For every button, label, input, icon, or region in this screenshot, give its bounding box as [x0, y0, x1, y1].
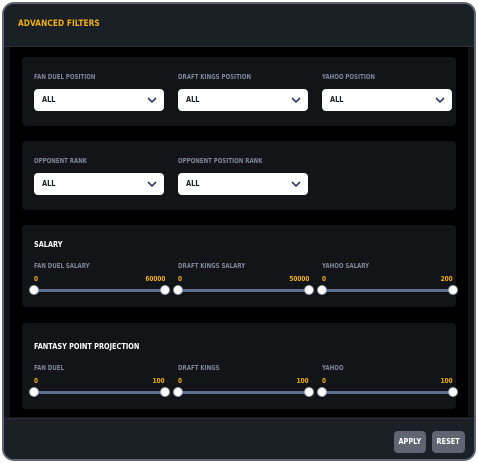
modal-header: ADVANCED FILTERS: [4, 4, 474, 47]
fanduel-projection-label: FAN DUEL: [34, 364, 64, 372]
draftkings-salary-max: 50000: [289, 275, 309, 283]
yahoo-projection-label: YAHOO: [322, 364, 344, 372]
salary-section: SALARY FAN DUEL SALARY 0 60000 DRAFT KIN…: [22, 225, 458, 307]
modal-body: FAN DUEL POSITION ALL DRAFT KINGS POSITI…: [10, 47, 468, 417]
chevron-down-icon: [291, 97, 301, 104]
draftkings-salary-label: DRAFT KINGS SALARY: [178, 262, 246, 270]
fanduel-projection-min-thumb[interactable]: [29, 387, 39, 397]
opponent-position-rank-select[interactable]: ALL: [178, 173, 308, 195]
reset-button[interactable]: RESET: [432, 431, 465, 453]
draftkings-salary-min: 0: [178, 275, 182, 283]
fanduel-salary-label: FAN DUEL SALARY: [34, 262, 90, 270]
opponent-rank-select[interactable]: ALL: [34, 173, 164, 195]
yahoo-salary-track[interactable]: [322, 289, 453, 292]
fanduel-salary-max: 60000: [145, 275, 165, 283]
draftkings-salary-max-thumb[interactable]: [304, 285, 314, 295]
fanduel-position-label: FAN DUEL POSITION: [34, 73, 96, 81]
chevron-down-icon: [435, 97, 445, 104]
opponent-section: OPPONENT RANK ALL OPPONENT POSITION RANK…: [22, 141, 456, 210]
opponent-rank-value: ALL: [42, 179, 56, 188]
draftkings-salary-track[interactable]: [178, 289, 309, 292]
yahoo-salary-min: 0: [322, 275, 326, 283]
draftkings-projection-min: 0: [178, 377, 182, 385]
advanced-filters-modal: ADVANCED FILTERS FAN DUEL POSITION ALL D…: [2, 2, 476, 461]
fanduel-projection-max-thumb[interactable]: [160, 387, 170, 397]
draftkings-projection-max-thumb[interactable]: [304, 387, 314, 397]
projection-section: FANTASY POINT PROJECTION FAN DUEL 0 100 …: [22, 323, 458, 409]
yahoo-projection-max-thumb[interactable]: [448, 387, 458, 397]
draftkings-position-value: ALL: [186, 95, 200, 104]
apply-button[interactable]: APPLY: [394, 431, 426, 453]
modal-footer: APPLY RESET: [4, 418, 474, 459]
opponent-position-rank-value: ALL: [186, 179, 200, 188]
yahoo-projection-track[interactable]: [322, 391, 453, 394]
yahoo-salary-min-thumb[interactable]: [317, 285, 327, 295]
draftkings-projection-label: DRAFT KINGS: [178, 364, 220, 372]
reset-button-label: RESET: [436, 437, 461, 446]
projection-title: FANTASY POINT PROJECTION: [34, 342, 140, 351]
yahoo-salary-max-thumb[interactable]: [448, 285, 458, 295]
yahoo-salary-max: 200: [441, 275, 453, 283]
yahoo-position-label: YAHOO POSITION: [322, 73, 375, 81]
opponent-position-rank-label: OPPONENT POSITION RANK: [178, 157, 263, 165]
draftkings-position-select[interactable]: ALL: [178, 89, 308, 111]
yahoo-projection-min-thumb[interactable]: [317, 387, 327, 397]
yahoo-salary-label: YAHOO SALARY: [322, 262, 370, 270]
yahoo-projection-min: 0: [322, 377, 326, 385]
yahoo-projection-max: 100: [441, 377, 453, 385]
fanduel-salary-min-thumb[interactable]: [29, 285, 39, 295]
fanduel-projection-min: 0: [34, 377, 38, 385]
modal-title: ADVANCED FILTERS: [18, 19, 100, 29]
chevron-down-icon: [147, 181, 157, 188]
fanduel-projection-max: 100: [153, 377, 165, 385]
chevron-down-icon: [147, 97, 157, 104]
fanduel-projection-track[interactable]: [34, 391, 165, 394]
draftkings-position-label: DRAFT KINGS POSITION: [178, 73, 252, 81]
apply-button-label: APPLY: [398, 437, 422, 446]
draftkings-salary-min-thumb[interactable]: [173, 285, 183, 295]
opponent-rank-label: OPPONENT RANK: [34, 157, 88, 165]
fanduel-position-value: ALL: [42, 95, 56, 104]
position-section: FAN DUEL POSITION ALL DRAFT KINGS POSITI…: [22, 57, 456, 126]
fanduel-position-select[interactable]: ALL: [34, 89, 164, 111]
yahoo-position-select[interactable]: ALL: [322, 89, 452, 111]
fanduel-salary-max-thumb[interactable]: [160, 285, 170, 295]
draftkings-projection-min-thumb[interactable]: [173, 387, 183, 397]
yahoo-position-value: ALL: [330, 95, 344, 104]
salary-title: SALARY: [34, 240, 63, 249]
fanduel-salary-track[interactable]: [34, 289, 165, 292]
draftkings-projection-track[interactable]: [178, 391, 309, 394]
draftkings-projection-max: 100: [297, 377, 309, 385]
fanduel-salary-min: 0: [34, 275, 38, 283]
chevron-down-icon: [291, 181, 301, 188]
